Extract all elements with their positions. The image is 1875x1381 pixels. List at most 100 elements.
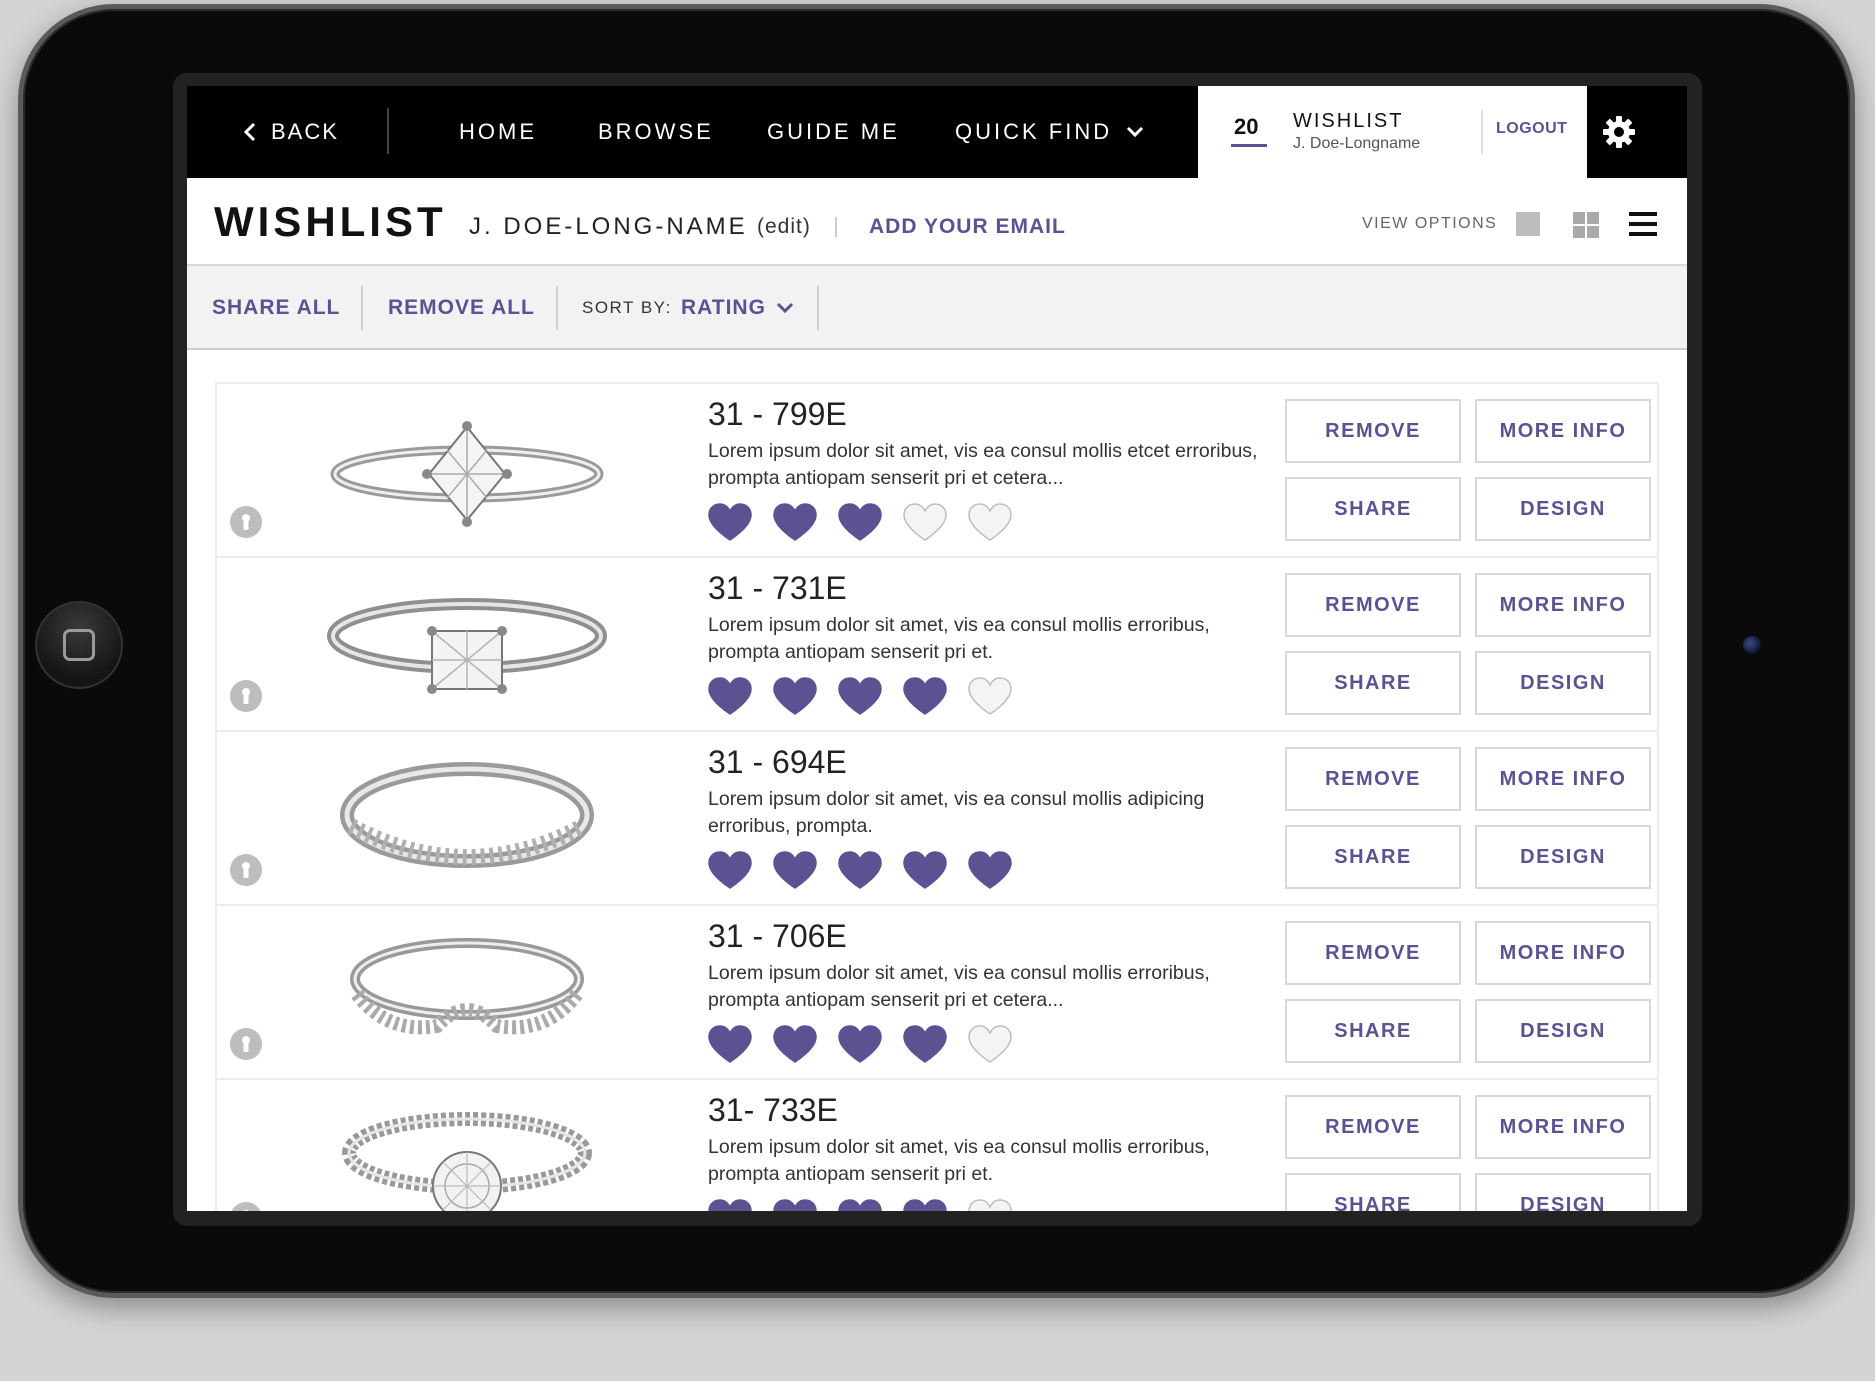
nav-quick-find[interactable]: QUICK FIND [955, 86, 1144, 178]
remove-button[interactable]: REMOVE [1285, 921, 1461, 985]
heart-filled-icon[interactable] [901, 1198, 949, 1211]
remove-button[interactable]: REMOVE [1285, 399, 1461, 463]
design-button[interactable]: DESIGN [1475, 477, 1651, 541]
heart-filled-icon[interactable] [836, 1024, 884, 1064]
design-button[interactable]: DESIGN [1475, 825, 1651, 889]
heart-filled-icon[interactable] [771, 502, 819, 542]
design-button[interactable]: DESIGN [1475, 651, 1651, 715]
back-button[interactable]: BACK [243, 86, 339, 178]
heart-empty-icon[interactable] [901, 502, 949, 542]
heart-filled-icon[interactable] [901, 1024, 949, 1064]
rating-hearts [706, 1024, 1014, 1064]
single-view-icon[interactable] [1516, 212, 1540, 236]
share-button[interactable]: SHARE [1285, 825, 1461, 889]
heart-filled-icon[interactable] [901, 676, 949, 716]
sort-dropdown[interactable]: RATING [681, 266, 794, 350]
nav-guide-me-label: GUIDE ME [767, 119, 900, 144]
remove-button[interactable]: REMOVE [1285, 1095, 1461, 1159]
keyhole-icon[interactable] [230, 1202, 262, 1211]
item-description: Lorem ipsum dolor sit amet, vis ea consu… [708, 440, 1258, 489]
nav-browse[interactable]: BROWSE [598, 86, 714, 178]
share-button[interactable]: SHARE [1285, 999, 1461, 1063]
list-view-icon[interactable] [1629, 211, 1657, 237]
wishlist-divider [1481, 110, 1483, 154]
wishlist-summary[interactable]: 20 WISHLIST J. Doe-Longname LOGOUT [1198, 86, 1587, 178]
more-info-button[interactable]: MORE INFO [1475, 921, 1651, 985]
nav-guide-me[interactable]: GUIDE ME [767, 86, 900, 178]
share-button[interactable]: SHARE [1285, 1173, 1461, 1211]
wishlist-item: 31 - 731E Lorem ipsum dolor sit amet, vi… [215, 556, 1659, 730]
gear-icon[interactable] [1599, 112, 1639, 152]
remove-button[interactable]: REMOVE [1285, 573, 1461, 637]
toolbar-divider [556, 286, 558, 330]
ring-image[interactable] [327, 760, 607, 880]
item-description: Lorem ipsum dolor sit amet, vis ea consu… [708, 788, 1205, 837]
share-button[interactable]: SHARE [1285, 477, 1461, 541]
share-button[interactable]: SHARE [1285, 651, 1461, 715]
heart-filled-icon[interactable] [771, 1198, 819, 1211]
heart-filled-icon[interactable] [836, 502, 884, 542]
design-button[interactable]: DESIGN [1475, 999, 1651, 1063]
ring-image[interactable] [327, 586, 607, 706]
heart-empty-icon[interactable] [966, 1198, 1014, 1211]
ring-image[interactable] [327, 1108, 607, 1211]
heart-filled-icon[interactable] [901, 850, 949, 890]
nav-home-label: HOME [459, 119, 537, 144]
heart-filled-icon[interactable] [771, 850, 819, 890]
heart-filled-icon[interactable] [706, 502, 754, 542]
share-all-button[interactable]: SHARE ALL [212, 266, 340, 350]
heart-filled-icon[interactable] [836, 676, 884, 716]
keyhole-glyph [242, 688, 250, 704]
more-info-button[interactable]: MORE INFO [1475, 747, 1651, 811]
home-square-icon [63, 629, 95, 661]
home-button[interactable] [35, 601, 123, 689]
design-button[interactable]: DESIGN [1475, 1173, 1651, 1211]
more-info-button[interactable]: MORE INFO [1475, 1095, 1651, 1159]
heart-filled-icon[interactable] [706, 1198, 754, 1211]
more-info-button[interactable]: MORE INFO [1475, 573, 1651, 637]
heart-empty-icon[interactable] [966, 1024, 1014, 1064]
remove-all-button[interactable]: REMOVE ALL [388, 266, 535, 350]
keyhole-icon[interactable] [230, 854, 262, 886]
toolbar-divider [817, 286, 819, 330]
heart-filled-icon[interactable] [836, 1198, 884, 1211]
heart-filled-icon[interactable] [966, 850, 1014, 890]
ring-image[interactable] [327, 412, 607, 532]
back-label: BACK [271, 119, 339, 144]
heart-filled-icon[interactable] [771, 676, 819, 716]
heart-filled-icon[interactable] [706, 676, 754, 716]
item-description: Lorem ipsum dolor sit amet, vis ea consu… [708, 962, 1210, 1011]
remove-button[interactable]: REMOVE [1285, 747, 1461, 811]
sort-value: RATING [681, 296, 766, 319]
keyhole-glyph [242, 862, 250, 878]
nav-home[interactable]: HOME [459, 86, 537, 178]
heart-filled-icon[interactable] [706, 1024, 754, 1064]
heart-filled-icon[interactable] [771, 1024, 819, 1064]
grid-view-icon[interactable] [1573, 212, 1599, 238]
keyhole-glyph [243, 1210, 249, 1211]
keyhole-icon[interactable] [230, 506, 262, 538]
camera-icon [1743, 636, 1761, 654]
keyhole-icon[interactable] [230, 680, 262, 712]
heart-empty-icon[interactable] [966, 676, 1014, 716]
chevron-down-icon [1127, 126, 1144, 138]
edit-name-link[interactable]: (edit) [757, 215, 811, 239]
heart-filled-icon[interactable] [706, 850, 754, 890]
item-sku: 31 - 799E [708, 396, 847, 432]
wishlist-count: 20 [1234, 114, 1259, 139]
wishlist-items: 31 - 799E Lorem ipsum dolor sit amet, vi… [215, 382, 1659, 1211]
title-bar: WISHLIST J. DOE-LONG-NAME (edit) ADD YOU… [187, 178, 1687, 266]
add-email-link[interactable]: ADD YOUR EMAIL [869, 215, 1066, 239]
list-toolbar: SHARE ALL REMOVE ALL SORT BY: RATING [187, 266, 1687, 350]
rating-hearts [706, 502, 1014, 542]
heart-filled-icon[interactable] [836, 850, 884, 890]
logout-button[interactable]: LOGOUT [1496, 120, 1567, 138]
more-info-button[interactable]: MORE INFO [1475, 399, 1651, 463]
wishlist-item: 31- 733E Lorem ipsum dolor sit amet, vis… [215, 1078, 1659, 1211]
heart-empty-icon[interactable] [966, 502, 1014, 542]
chevron-down-icon [776, 302, 793, 314]
ring-image[interactable] [327, 934, 607, 1054]
chevron-left-icon [243, 122, 256, 142]
title-divider [835, 217, 837, 237]
keyhole-icon[interactable] [230, 1028, 262, 1060]
